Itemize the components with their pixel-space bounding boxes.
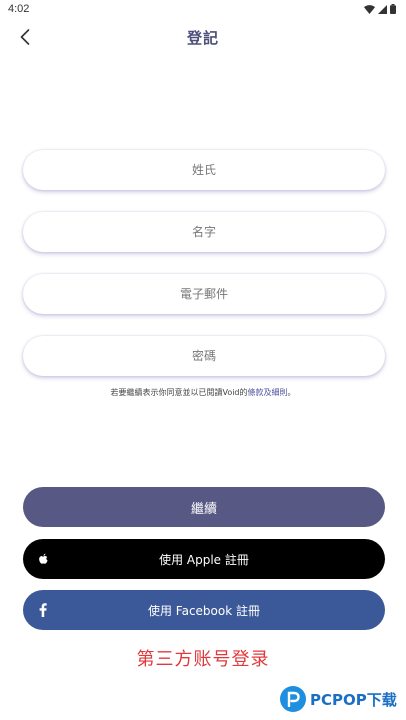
- chevron-left-icon: [20, 29, 30, 45]
- wifi-icon: [364, 4, 375, 14]
- facebook-signup-label: 使用 Facebook 註冊: [147, 603, 260, 618]
- battery-icon: [390, 4, 396, 14]
- continue-button[interactable]: 繼續: [23, 487, 385, 527]
- status-bar: 4:02: [0, 0, 406, 18]
- status-time: 4:02: [8, 3, 30, 15]
- pcpop-logo-icon: [280, 686, 306, 712]
- facebook-icon: [39, 603, 47, 617]
- third-party-login-caption: 第三方账号登录: [136, 649, 270, 670]
- pcpop-logo-text: PCPOP下载: [310, 690, 397, 709]
- terms-link[interactable]: 條款及細則: [248, 388, 288, 397]
- facebook-signup-button[interactable]: 使用 Facebook 註冊: [23, 590, 385, 630]
- password-field[interactable]: [23, 336, 385, 376]
- signal-icon: [378, 4, 387, 14]
- first-name-field[interactable]: [23, 212, 385, 252]
- continue-label: 繼續: [190, 501, 217, 517]
- terms-suffix: 。: [287, 388, 296, 397]
- apple-signup-label: 使用 Apple 註冊: [159, 552, 249, 567]
- terms-prefix: 若要繼續表示你同意並以已閱讀Void的: [110, 388, 248, 397]
- site-watermark: PCPOP下载: [280, 683, 397, 715]
- apple-signup-button[interactable]: 使用 Apple 註冊: [23, 539, 385, 579]
- terms-notice: 若要繼續表示你同意並以已閱讀Void的條款及細則。: [0, 387, 406, 398]
- page-title: 登記: [186, 29, 219, 47]
- apple-icon: [39, 553, 48, 565]
- app-bar: 登記: [0, 22, 406, 52]
- email-field[interactable]: [23, 274, 385, 314]
- last-name-field[interactable]: [23, 150, 385, 190]
- status-icons: [364, 4, 396, 14]
- back-button[interactable]: [14, 24, 36, 50]
